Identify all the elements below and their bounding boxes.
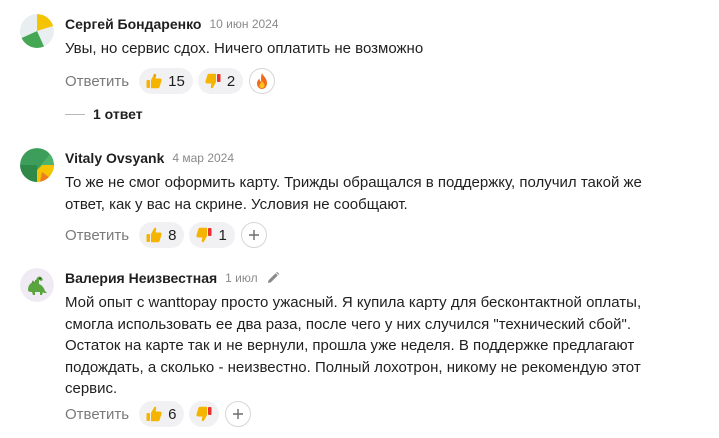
comment-date: 4 мар 2024	[172, 151, 235, 165]
comment-text-line: Увы, но сервис сдох. Ничего оплатить не …	[65, 40, 424, 57]
reply-button[interactable]: Ответить	[65, 406, 129, 423]
like-button[interactable]: 6	[139, 401, 185, 427]
thumbs-down-icon	[196, 406, 212, 422]
author-name[interactable]: Валерия Неизвестная	[65, 270, 217, 286]
replies-count: 1 ответ	[93, 106, 143, 122]
comment-actions: Ответить 8 1	[65, 221, 267, 249]
like-count: 15	[168, 72, 185, 90]
thumbs-up-icon	[146, 227, 162, 243]
reply-button[interactable]: Ответить	[65, 73, 129, 90]
plus-icon	[248, 230, 259, 240]
author-name[interactable]: Vitaly Ovsyank	[65, 150, 164, 166]
reply-button[interactable]: Ответить	[65, 227, 129, 244]
comment-header: Валерия Неизвестная 1 июл	[65, 268, 280, 288]
comment-header: Vitaly Ovsyank 4 мар 2024	[65, 148, 234, 168]
thumbs-up-icon	[146, 406, 162, 422]
dislike-button[interactable]: 2	[197, 68, 244, 94]
comment-actions: Ответить 6	[65, 400, 252, 428]
like-button[interactable]: 8	[139, 222, 185, 248]
avatar[interactable]	[20, 268, 54, 302]
avatar[interactable]	[20, 14, 54, 48]
thumbs-up-icon	[146, 73, 162, 89]
add-reaction-button[interactable]	[225, 401, 252, 427]
comment-text-line: То же не смог оформить карту. Трижды обр…	[65, 174, 642, 191]
dislike-count: 1	[218, 226, 227, 244]
dislike-button[interactable]: 1	[189, 222, 235, 248]
avatar-image-icon	[20, 148, 54, 182]
comment-text-line: ответ, как у вас на скрине. Условия не с…	[65, 195, 408, 213]
avatar-image-icon	[20, 14, 54, 48]
comment-header: Сергей Бондаренко 10 июн 2024	[65, 14, 279, 34]
dinosaur-avatar-icon	[20, 268, 54, 302]
comment-text: Мой опыт с wanttopay просто ужасный. Я к…	[65, 292, 641, 400]
comment-text-line: смогла использовать ее два раза, после ч…	[65, 315, 632, 333]
comment-date: 1 июл	[225, 271, 258, 285]
thumbs-down-icon	[196, 227, 212, 243]
edited-indicator	[266, 271, 280, 285]
comment: Vitaly Ovsyank 4 мар 2024 То же не смог …	[20, 148, 710, 258]
comment-actions: Ответить 15 2	[65, 67, 276, 95]
comment-text-line: сервис.	[65, 380, 118, 397]
thumbs-down-icon	[205, 73, 221, 89]
like-count: 6	[168, 405, 177, 423]
avatar[interactable]	[20, 148, 54, 182]
comment-text: То же не смог оформить карту. Трижды обр…	[65, 172, 642, 215]
dislike-count: 2	[226, 72, 236, 90]
comment-text-line: Остаток на карте так и не вернули, прошл…	[65, 337, 635, 354]
fire-icon	[257, 73, 268, 89]
like-button[interactable]: 15	[139, 68, 193, 94]
fire-reaction-button[interactable]	[249, 68, 276, 94]
like-count: 8	[168, 226, 177, 244]
replies-divider	[65, 113, 85, 115]
dislike-button[interactable]	[189, 401, 220, 427]
comment-date: 10 июн 2024	[209, 17, 279, 31]
pencil-icon	[267, 271, 279, 283]
comment-text: Увы, но сервис сдох. Ничего оплатить не …	[65, 38, 423, 60]
plus-icon	[233, 409, 244, 419]
comment: Валерия Неизвестная 1 июл Мой опыт с wan…	[20, 268, 710, 433]
comment-text-line: подождать, а сколько - неизвестно. Полны…	[65, 358, 641, 376]
add-reaction-button[interactable]	[240, 222, 267, 248]
replies-toggle[interactable]: 1 ответ	[65, 106, 143, 122]
author-name[interactable]: Сергей Бондаренко	[65, 16, 201, 32]
comment-text-line: Мой опыт с wanttopay просто ужасный. Я к…	[65, 294, 642, 311]
